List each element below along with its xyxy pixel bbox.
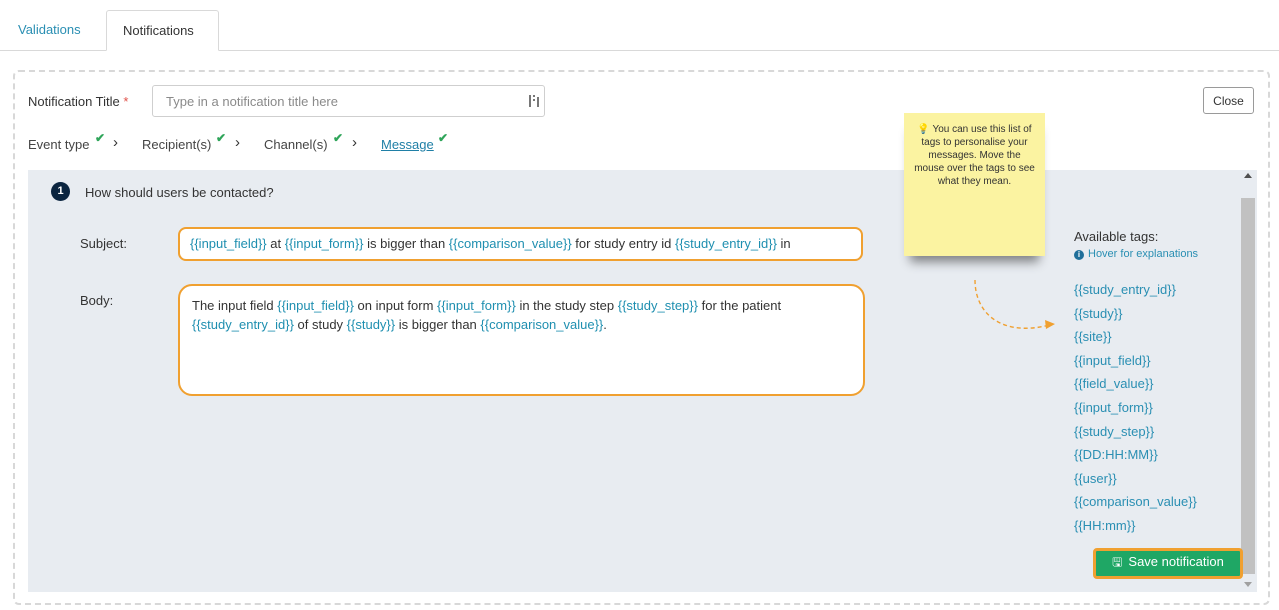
tag-item[interactable]: {{site}}	[1074, 328, 1197, 352]
scroll-up-arrow-icon[interactable]	[1244, 173, 1252, 178]
hover-hint-text: Hover for explanations	[1088, 248, 1199, 260]
check-icon: ✔	[333, 131, 344, 145]
tag-item[interactable]: {{field_value}}	[1074, 375, 1197, 399]
tag-token: {{study_step}}	[617, 298, 698, 313]
check-icon: ✔	[216, 131, 227, 145]
save-notification-button[interactable]: 🖫 Save notification	[1093, 548, 1243, 579]
title-label-text: Notification Title	[28, 94, 120, 109]
scrollbar-thumb[interactable]	[1241, 198, 1255, 574]
tag-item[interactable]: {{user}}	[1074, 470, 1197, 494]
step-number-badge: 1	[51, 182, 70, 201]
chevron-right-icon: ›	[235, 134, 240, 151]
tag-item[interactable]: {{input_field}}	[1074, 352, 1197, 376]
floppy-disk-icon: 🖫	[1112, 555, 1123, 569]
tag-token: {{study_entry_id}}	[192, 317, 294, 332]
hover-hint: i Hover for explanations	[1074, 248, 1198, 260]
tag-item[interactable]: {{study_entry_id}}	[1074, 281, 1197, 305]
tag-token: {{input_field}}	[277, 298, 354, 313]
notification-title-label: Notification Title *	[28, 94, 128, 109]
notification-title-input[interactable]	[152, 85, 545, 117]
tab-bar: Validations Notifications	[0, 0, 1279, 51]
tag-token: {{input_form}}	[437, 298, 516, 313]
tag-item[interactable]: {{HH:mm}}	[1074, 517, 1197, 541]
dashed-arrow-icon	[974, 279, 1055, 329]
chevron-right-icon: ›	[352, 134, 357, 151]
tag-list: {{study_entry_id}} {{study}} {{site}} {{…	[1074, 281, 1197, 541]
required-mark: *	[123, 94, 129, 109]
check-icon: ✔	[95, 131, 106, 145]
step-recipients[interactable]: Recipient(s)	[142, 137, 211, 152]
lightbulb-icon: 💡	[917, 124, 930, 135]
tag-item[interactable]: {{input_form}}	[1074, 399, 1197, 423]
step-message[interactable]: Message	[381, 137, 434, 152]
tag-item[interactable]: {{study_step}}	[1074, 423, 1197, 447]
tag-token: {{study}}	[346, 317, 396, 332]
tip-text: You can use this list of tags to persona…	[914, 124, 1035, 187]
step-channels[interactable]: Channel(s)	[264, 137, 328, 152]
scroll-down-arrow-icon[interactable]	[1244, 582, 1252, 587]
save-notification-label: Save notification	[1128, 554, 1224, 569]
tag-token: {{study_entry_id}}	[675, 236, 777, 251]
tip-sticky-note: 💡 You can use this list of tags to perso…	[904, 113, 1045, 256]
question-text: How should users be contacted?	[85, 185, 274, 200]
body-label: Body:	[80, 293, 114, 308]
tag-item[interactable]: {{DD:HH:MM}}	[1074, 446, 1197, 470]
close-button[interactable]: Close	[1203, 87, 1254, 114]
placeholder-tag-icon[interactable]	[528, 93, 542, 109]
tag-item[interactable]: {{comparison_value}}	[1074, 493, 1197, 517]
tag-token: {{comparison_value}}	[448, 236, 572, 251]
subject-input[interactable]: {{input_field}} at {{input_form}} is big…	[178, 227, 863, 261]
chevron-right-icon: ›	[113, 134, 118, 151]
tab-notifications[interactable]: Notifications	[106, 10, 219, 51]
tag-token: {{input_field}}	[190, 236, 267, 251]
tab-validations[interactable]: Validations	[2, 10, 97, 51]
available-tags-title: Available tags:	[1074, 229, 1159, 244]
step-event-type[interactable]: Event type	[28, 137, 89, 152]
check-icon: ✔	[438, 131, 449, 145]
subject-label: Subject:	[80, 236, 127, 251]
tag-token: {{input_form}}	[284, 236, 364, 251]
body-textarea[interactable]: The input field {{input_field}} on input…	[178, 284, 865, 396]
info-icon: i	[1074, 250, 1084, 260]
tag-token: {{comparison_value}}	[480, 317, 604, 332]
tag-item[interactable]: {{study}}	[1074, 305, 1197, 329]
